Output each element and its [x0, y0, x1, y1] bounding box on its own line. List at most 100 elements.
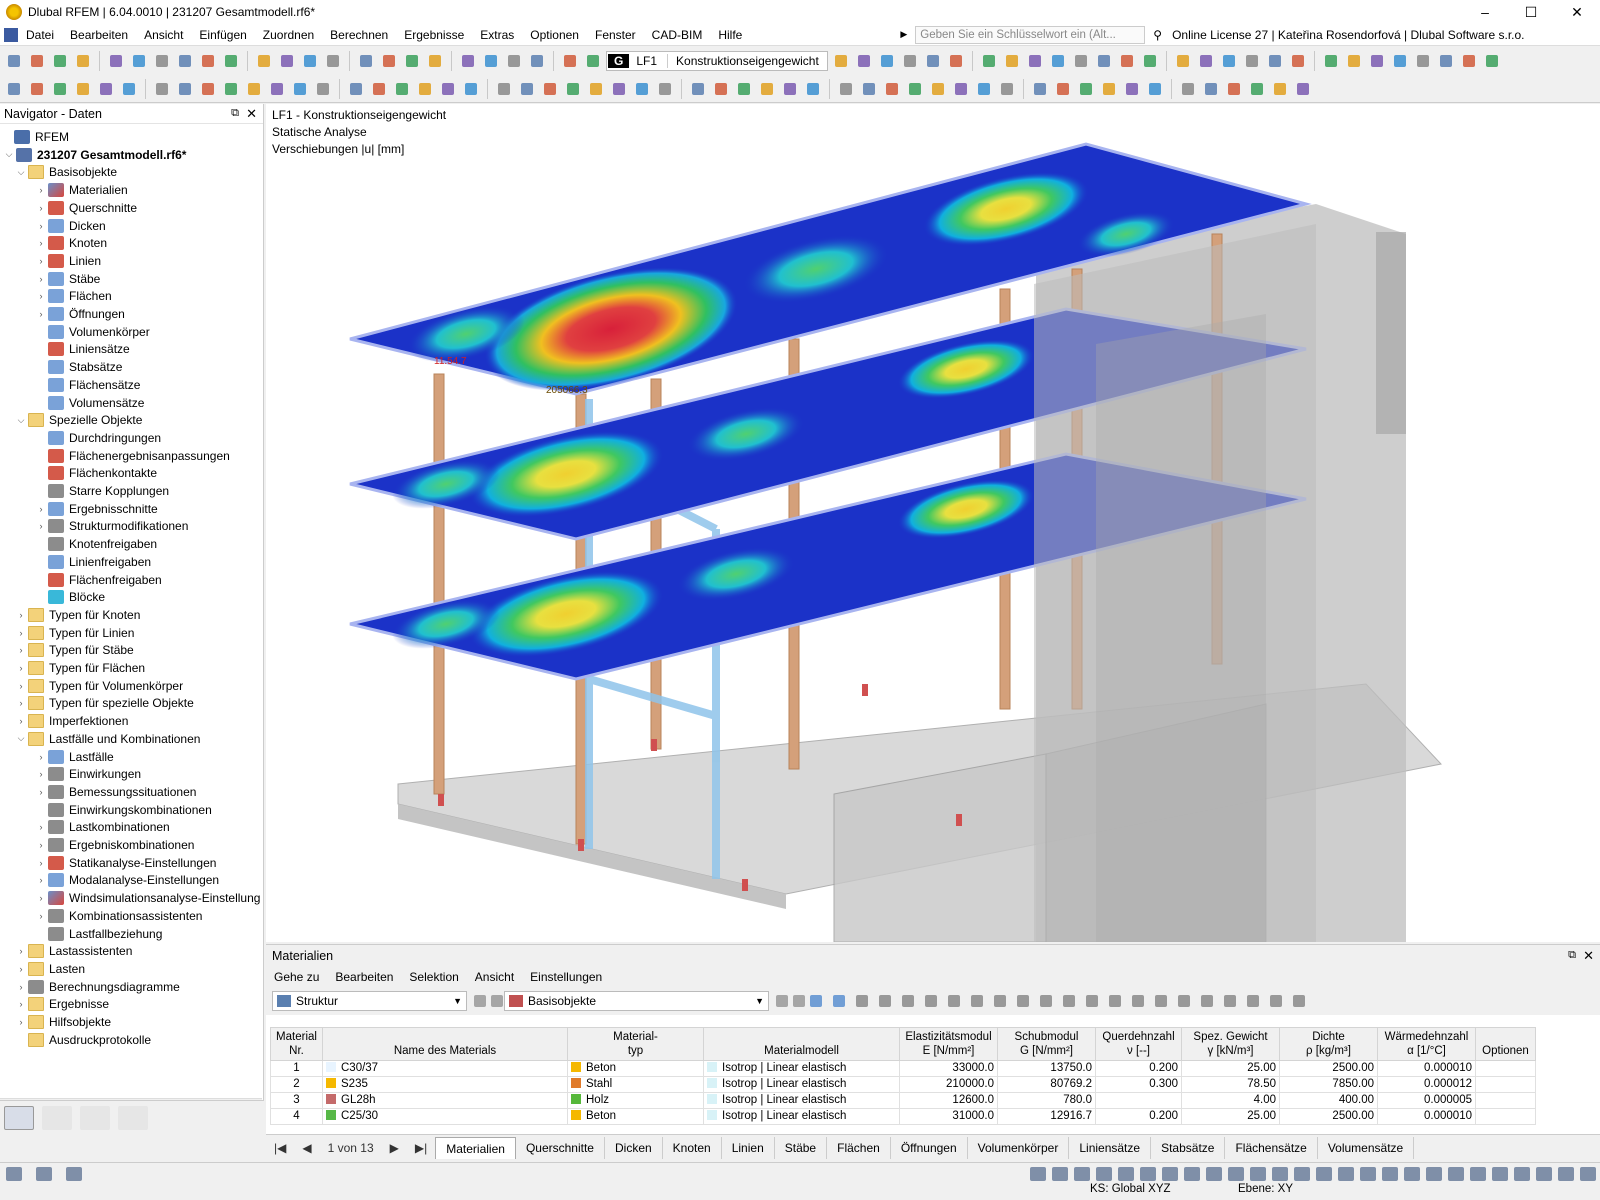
status-tool-icon[interactable]: [1536, 1167, 1552, 1181]
table-cell-nr[interactable]: 4: [270, 1108, 323, 1125]
table-tool-icon[interactable]: [829, 991, 849, 1011]
toolbar-tool-icon[interactable]: [402, 51, 422, 71]
table-cell-E[interactable]: 33000.0: [899, 1060, 998, 1077]
tree-item[interactable]: › Typen für spezielle Objekte: [14, 694, 194, 712]
expand-icon[interactable]: ⌵: [14, 415, 28, 426]
tree-item[interactable]: ⌵ 231207 Gesamtmodell.rf6*: [2, 146, 186, 164]
toolbar-tool-icon[interactable]: [609, 79, 629, 99]
table-cell-G[interactable]: 80769.2: [997, 1076, 1096, 1093]
status-tool-icon[interactable]: [1206, 1167, 1222, 1181]
menu-ergebnisse[interactable]: Ergebnisse: [396, 24, 472, 46]
status-tool-icon[interactable]: [1250, 1167, 1266, 1181]
expand-icon[interactable]: ›: [14, 663, 28, 673]
close-icon[interactable]: ✕: [246, 106, 257, 122]
toolbar-tool-icon[interactable]: [882, 79, 902, 99]
toolbar-tool-icon[interactable]: [481, 51, 501, 71]
table-cell-nu[interactable]: [1095, 1092, 1182, 1109]
tree-item[interactable]: › Flächen: [34, 287, 112, 305]
menu-bearbeiten[interactable]: Bearbeiten: [327, 970, 401, 984]
toolbar-tool-icon[interactable]: [583, 51, 603, 71]
status-tool-icon[interactable]: [1580, 1167, 1596, 1181]
expand-icon[interactable]: ›: [34, 291, 48, 301]
menu-bearbeiten[interactable]: Bearbeiten: [62, 24, 136, 46]
toolbar-tool-icon[interactable]: [836, 79, 856, 99]
toolbar-tool-icon[interactable]: [900, 51, 920, 71]
prev-page-icon[interactable]: ◀: [294, 1141, 319, 1155]
expand-icon[interactable]: ›: [34, 858, 48, 868]
column-header[interactable]: Elastizitätsmodul E [N/mm²]: [899, 1027, 998, 1061]
status-tool-icon[interactable]: [1140, 1167, 1156, 1181]
toolbar-tool-icon[interactable]: [323, 51, 343, 71]
table-cell-rho[interactable]: 2500.00: [1279, 1060, 1378, 1077]
results-tab-icon[interactable]: [118, 1105, 148, 1130]
expand-icon[interactable]: ›: [34, 221, 48, 231]
table-cell-gamma[interactable]: 25.00: [1181, 1060, 1280, 1077]
tab-10[interactable]: Stabsätze: [1151, 1136, 1226, 1159]
tree-item[interactable]: › Ergebnisse: [14, 995, 109, 1013]
tree-item[interactable]: Flächenfreigaben: [34, 571, 162, 589]
tab-5[interactable]: Stäbe: [775, 1136, 828, 1159]
toolbar-tool-icon[interactable]: [221, 79, 241, 99]
status-tool-icon[interactable]: [1030, 1167, 1046, 1181]
toolbar-tool-icon[interactable]: [1178, 79, 1198, 99]
toolbar-tool-icon[interactable]: [244, 79, 264, 99]
expand-icon[interactable]: ›: [34, 875, 48, 885]
expand-icon[interactable]: ›: [34, 203, 48, 213]
toolbar-tool-icon[interactable]: [1413, 51, 1433, 71]
table-cell-alpha[interactable]: 0.000010: [1377, 1060, 1476, 1077]
data-tab-icon[interactable]: [4, 1105, 34, 1130]
expand-icon[interactable]: ›: [14, 964, 28, 974]
tree-item[interactable]: › Ergebniskombinationen: [34, 836, 194, 854]
menu-ansicht[interactable]: Ansicht: [136, 24, 191, 46]
toolbar-tool-icon[interactable]: [1242, 51, 1262, 71]
expand-icon[interactable]: ›: [34, 238, 48, 248]
toolbar-tool-icon[interactable]: [946, 51, 966, 71]
tab-12[interactable]: Volumensätze: [1318, 1136, 1415, 1159]
column-header[interactable]: Querdehnzahl ν [--]: [1095, 1027, 1182, 1061]
toolbar-tool-icon[interactable]: [4, 51, 24, 71]
expand-icon[interactable]: ›: [34, 769, 48, 779]
tree-item[interactable]: › Kombinationsassistenten: [34, 907, 202, 925]
status-tool-icon[interactable]: [36, 1167, 52, 1181]
toolbar-tool-icon[interactable]: [152, 79, 172, 99]
structure-combo[interactable]: Struktur ▼: [272, 991, 467, 1011]
status-tool-icon[interactable]: [1558, 1167, 1574, 1181]
toolbar-tool-icon[interactable]: [997, 79, 1017, 99]
expand-icon[interactable]: ›: [14, 610, 28, 620]
toolbar-tool-icon[interactable]: [27, 79, 47, 99]
toolbar-tool-icon[interactable]: [859, 79, 879, 99]
toolbar-tool-icon[interactable]: [1030, 79, 1050, 99]
tab-8[interactable]: Volumenkörper: [968, 1136, 1070, 1159]
menu-datei[interactable]: Datei: [18, 24, 62, 46]
tree-item[interactable]: › Typen für Linien: [14, 624, 134, 642]
table-tool-icon[interactable]: [1243, 991, 1263, 1011]
view-tab-icon[interactable]: [42, 1105, 72, 1130]
toolbar-tool-icon[interactable]: [106, 51, 126, 71]
toolbar-tool-icon[interactable]: [1390, 51, 1410, 71]
toolbar-tool-icon[interactable]: [1367, 51, 1387, 71]
tree-item[interactable]: › Knoten: [34, 234, 107, 252]
table-tool-icon[interactable]: [1036, 991, 1056, 1011]
column-header[interactable]: Materialmodell: [703, 1027, 900, 1061]
table-tool-icon[interactable]: [1174, 991, 1194, 1011]
search-options-icon[interactable]: ⚲: [1153, 28, 1162, 42]
table-tool-icon[interactable]: [1059, 991, 1079, 1011]
model-viewport[interactable]: 205066.3 11.54.7 LF1 - Konstruktionseige…: [266, 104, 1600, 942]
toolbar-tool-icon[interactable]: [379, 51, 399, 71]
toolbar-tool-icon[interactable]: [313, 79, 333, 99]
tab-7[interactable]: Öffnungen: [891, 1136, 968, 1159]
tree-item[interactable]: Flächenkontakte: [34, 464, 157, 482]
toolbar-tool-icon[interactable]: [1270, 79, 1290, 99]
status-tool-icon[interactable]: [1052, 1167, 1068, 1181]
table-cell-model[interactable]: Isotrop | Linear elastisch: [703, 1092, 900, 1109]
toolbar-tool-icon[interactable]: [1219, 51, 1239, 71]
tree-item[interactable]: › Windsimulationsanalyse-Einstellung: [34, 889, 260, 907]
table-cell-model[interactable]: Isotrop | Linear elastisch: [703, 1108, 900, 1125]
table-tool-icon[interactable]: [852, 991, 872, 1011]
expand-icon[interactable]: ›: [14, 628, 28, 638]
toolbar-tool-icon[interactable]: [425, 51, 445, 71]
status-tool-icon[interactable]: [1448, 1167, 1464, 1181]
menu-cad-bim[interactable]: CAD-BIM: [644, 24, 711, 46]
prev-icon[interactable]: [772, 991, 788, 1011]
toolbar-tool-icon[interactable]: [392, 79, 412, 99]
